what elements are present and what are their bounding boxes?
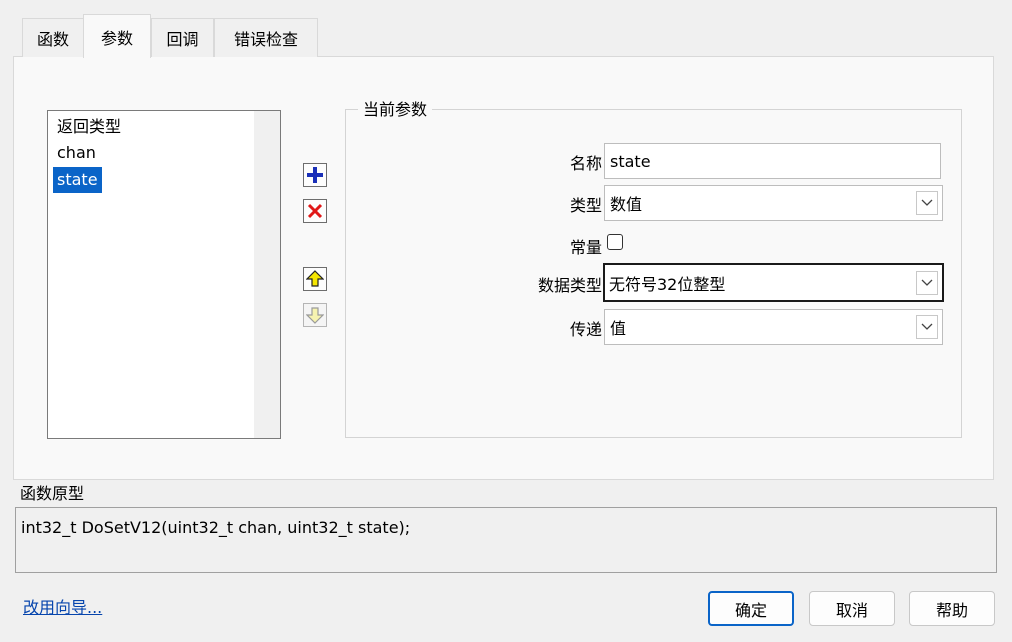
type-label: 类型 — [569, 196, 602, 215]
ok-button[interactable]: 确定 — [708, 591, 794, 626]
move-up-button[interactable] — [303, 267, 327, 291]
const-label: 常量 — [569, 238, 602, 257]
tab-callback[interactable]: 回调 — [151, 18, 214, 57]
cancel-button[interactable]: 取消 — [809, 591, 895, 626]
tab-parameters[interactable]: 参数 — [83, 14, 151, 58]
plus-icon — [307, 167, 323, 183]
delete-parameter-button[interactable] — [303, 199, 327, 223]
pass-by-select[interactable]: 值 — [604, 309, 943, 345]
group-title: 当前参数 — [358, 96, 433, 120]
prototype-label: 函数原型 — [20, 484, 85, 503]
pass-label: 传递 — [569, 320, 602, 339]
name-label: 名称 — [569, 154, 602, 173]
move-down-button[interactable] — [303, 303, 327, 327]
chevron-down-icon[interactable] — [916, 191, 938, 215]
arrow-up-icon — [306, 270, 324, 287]
type-select[interactable]: 数值 — [604, 185, 943, 221]
const-checkbox[interactable] — [607, 234, 623, 250]
delete-x-icon — [307, 203, 323, 219]
list-item[interactable]: chan — [53, 140, 100, 166]
datatype-label: 数据类型 — [537, 276, 602, 295]
list-item-selected[interactable]: state — [53, 167, 102, 193]
list-scrollbar[interactable] — [254, 111, 280, 438]
add-parameter-button[interactable] — [303, 163, 327, 187]
list-item[interactable]: 返回类型 — [53, 114, 125, 140]
help-button[interactable]: 帮助 — [909, 591, 995, 626]
chevron-down-icon[interactable] — [916, 270, 938, 295]
use-wizard-link[interactable]: 改用向导... — [23, 594, 102, 618]
tab-error-checking[interactable]: 错误检查 — [214, 18, 318, 57]
datatype-select[interactable]: 无符号32位整型 — [603, 263, 944, 302]
arrow-down-icon — [306, 307, 324, 324]
prototype-text: int32_t DoSetV12(uint32_t chan, uint32_t… — [15, 507, 997, 573]
chevron-down-icon[interactable] — [916, 315, 938, 339]
tab-function[interactable]: 函数 — [22, 18, 84, 57]
name-field[interactable]: state — [604, 143, 941, 179]
parameter-list[interactable]: 返回类型 chan state — [47, 110, 281, 439]
